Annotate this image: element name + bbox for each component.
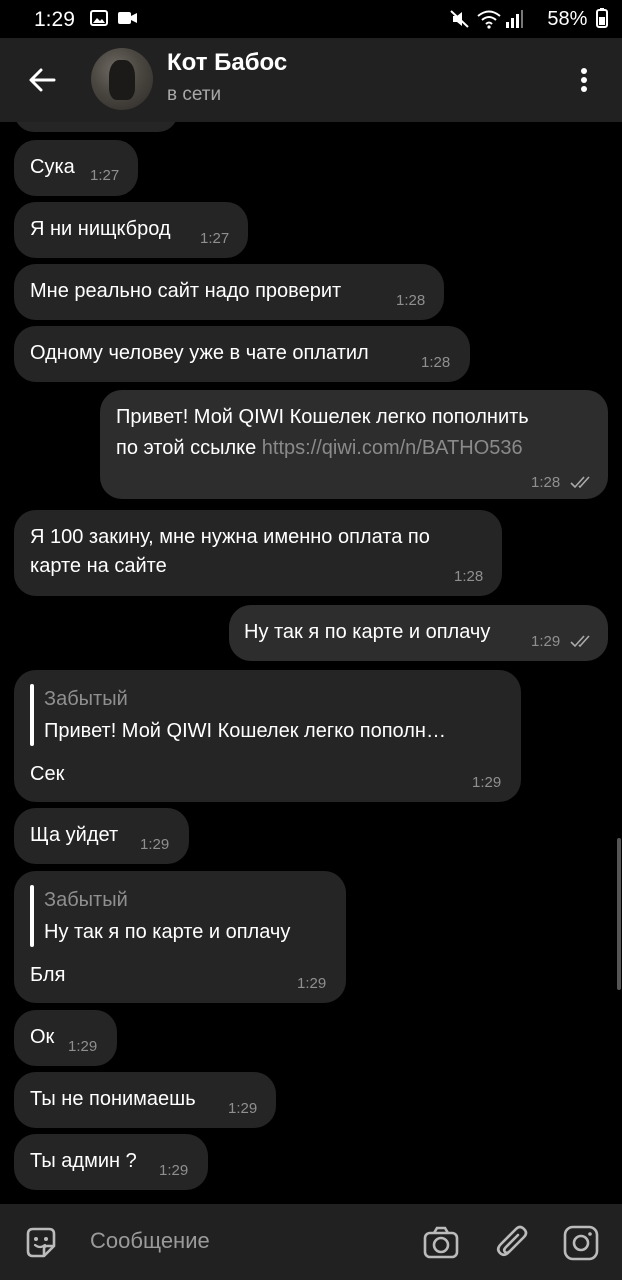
message-time: 1:29	[228, 1100, 258, 1117]
message-time: 1:29	[531, 633, 561, 650]
status-time: 1:29	[34, 8, 75, 31]
reply-text: Ну так я по карте и оплачу	[44, 921, 291, 943]
wifi-icon	[477, 10, 501, 29]
battery-icon	[596, 8, 608, 28]
message-time: 1:29	[140, 836, 170, 853]
arrow-left-icon[interactable]	[26, 64, 58, 96]
message-time: 1:29	[297, 975, 327, 992]
message-time: 1:28	[454, 568, 484, 585]
video-icon	[118, 12, 137, 24]
message-bubble[interactable]: Ок 1:29	[14, 1010, 117, 1066]
message-time: 1:27	[90, 167, 120, 184]
message-bubble[interactable]: Одному человеу уже в чате оплатил 1:28	[14, 326, 470, 382]
more-vert-icon[interactable]	[572, 64, 596, 96]
message-time: 1:29	[472, 774, 502, 791]
reply-bar	[30, 885, 34, 947]
attach-icon[interactable]	[494, 1224, 532, 1262]
message-text: Ну так я по карте и оплачу	[244, 621, 491, 643]
message-bubble[interactable]: Сука 1:27	[14, 140, 138, 196]
message-bubble-outgoing[interactable]: Привет! Мой QIWI Кошелек легко пополнить…	[100, 390, 608, 499]
avatar[interactable]	[91, 48, 153, 110]
reply-text: Привет! Мой QIWI Кошелек легко пополн…	[44, 720, 446, 742]
reply-author: Забытый	[44, 688, 128, 710]
message-composer: Сообщение	[0, 1204, 622, 1280]
reply-author: Забытый	[44, 889, 128, 911]
message-text: по этой ссылке	[116, 437, 257, 459]
status-bar: 1:29 58%	[0, 0, 622, 38]
message-bubble[interactable]: Ты админ ? 1:29	[14, 1134, 208, 1190]
message-text-line2: по этой ссылке https://qiwi.com/n/BATHO5…	[116, 437, 523, 460]
chat-header: Кот Бабос в сети	[0, 38, 622, 122]
scrollbar[interactable]	[617, 838, 621, 990]
message-bubble[interactable]: Я 100 закину, мне нужна именно оплата по…	[14, 510, 502, 596]
camera-icon[interactable]	[422, 1224, 460, 1262]
contact-name[interactable]: Кот Бабос	[167, 49, 287, 77]
message-time: 1:29	[159, 1162, 189, 1179]
message-text: Сука	[30, 156, 75, 178]
sticker-icon[interactable]	[22, 1224, 60, 1262]
message-text: Ща уйдет	[30, 824, 119, 846]
message-bubble[interactable]: Ты не понимаешь 1:29	[14, 1072, 276, 1128]
message-text: Сек	[30, 763, 65, 785]
battery-level: 58%	[547, 8, 608, 31]
message-text-line1: Привет! Мой QIWI Кошелек легко пополнить	[116, 406, 529, 428]
read-checks-icon	[570, 635, 590, 648]
message-bubble-outgoing[interactable]: Ну так я по карте и оплачу 1:29	[229, 605, 608, 661]
message-text: Ты админ ?	[30, 1150, 137, 1172]
message-bubble-partial[interactable]	[14, 122, 178, 132]
instagram-icon[interactable]	[562, 1224, 600, 1262]
message-text: Бля	[30, 964, 66, 986]
signal-icon	[506, 10, 523, 28]
message-bubble[interactable]: Мне реально сайт надо проверит 1:28	[14, 264, 444, 320]
reply-bar	[30, 684, 34, 746]
message-text: Ты не понимаешь	[30, 1088, 196, 1110]
message-bubble[interactable]: Ща уйдет 1:29	[14, 808, 189, 864]
mute-icon	[450, 10, 469, 28]
message-time: 1:28	[396, 292, 426, 309]
gallery-icon	[90, 10, 108, 26]
message-bubble-reply[interactable]: Забытый Привет! Мой QIWI Кошелек легко п…	[14, 670, 521, 802]
battery-text: 58%	[547, 8, 588, 30]
message-bubble-reply[interactable]: Забытый Ну так я по карте и оплачу Бля 1…	[14, 871, 346, 1003]
contact-status: в сети	[167, 84, 222, 105]
message-text-line1: Я 100 закину, мне нужна именно оплата по	[30, 526, 430, 548]
read-checks-icon	[570, 476, 590, 489]
message-input[interactable]: Сообщение	[90, 1228, 210, 1254]
message-bubble[interactable]: Я ни нищкброд 1:27	[14, 202, 248, 258]
message-time: 1:28	[531, 474, 561, 491]
message-link[interactable]: https://qiwi.com/n/BATHO536	[262, 437, 523, 459]
message-time: 1:28	[421, 354, 451, 371]
message-text: Ок	[30, 1026, 55, 1048]
message-text: Одному человеу уже в чате оплатил	[30, 342, 369, 364]
message-list[interactable]: Сука 1:27 Я ни нищкброд 1:27 Мне реально…	[0, 122, 622, 1204]
message-time: 1:27	[200, 230, 230, 247]
message-text: Мне реально сайт надо проверит	[30, 280, 342, 302]
message-text: Я ни нищкброд	[30, 218, 171, 240]
message-text-line2: карте на сайте	[30, 555, 167, 577]
message-time: 1:29	[68, 1038, 98, 1055]
